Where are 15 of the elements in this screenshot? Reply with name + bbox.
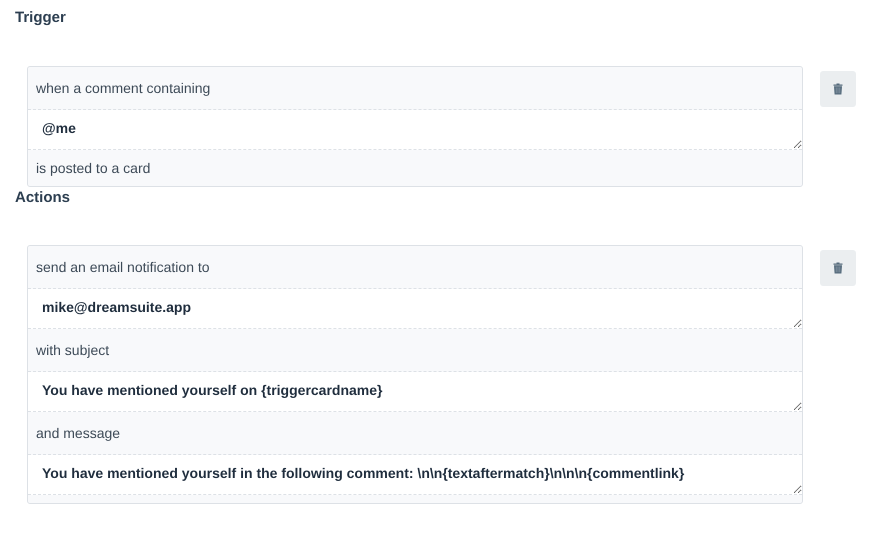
row-label: is posted to a card	[36, 160, 150, 176]
section-heading: Trigger	[15, 8, 67, 28]
row-label: send an email notification to	[36, 259, 210, 275]
row-label: when a comment containing	[36, 80, 210, 96]
input-field[interactable]: You have mentioned yourself on {triggercardname}	[28, 372, 802, 412]
row-label: and message	[36, 425, 120, 441]
delete-button[interactable]	[820, 250, 856, 286]
input-field[interactable]: You have mentioned yourself in the following comment: \n\n{textaftermatch}\n\n\n{commentlink}	[28, 455, 802, 495]
row-label: with subject	[36, 342, 110, 358]
section-heading: Actions	[15, 188, 72, 208]
input-field[interactable]: mike@dreamsuite.app	[28, 289, 802, 329]
trash-icon	[833, 262, 843, 274]
input-field[interactable]: @me	[28, 110, 802, 150]
trash-icon	[833, 83, 843, 95]
delete-button[interactable]	[820, 71, 856, 107]
